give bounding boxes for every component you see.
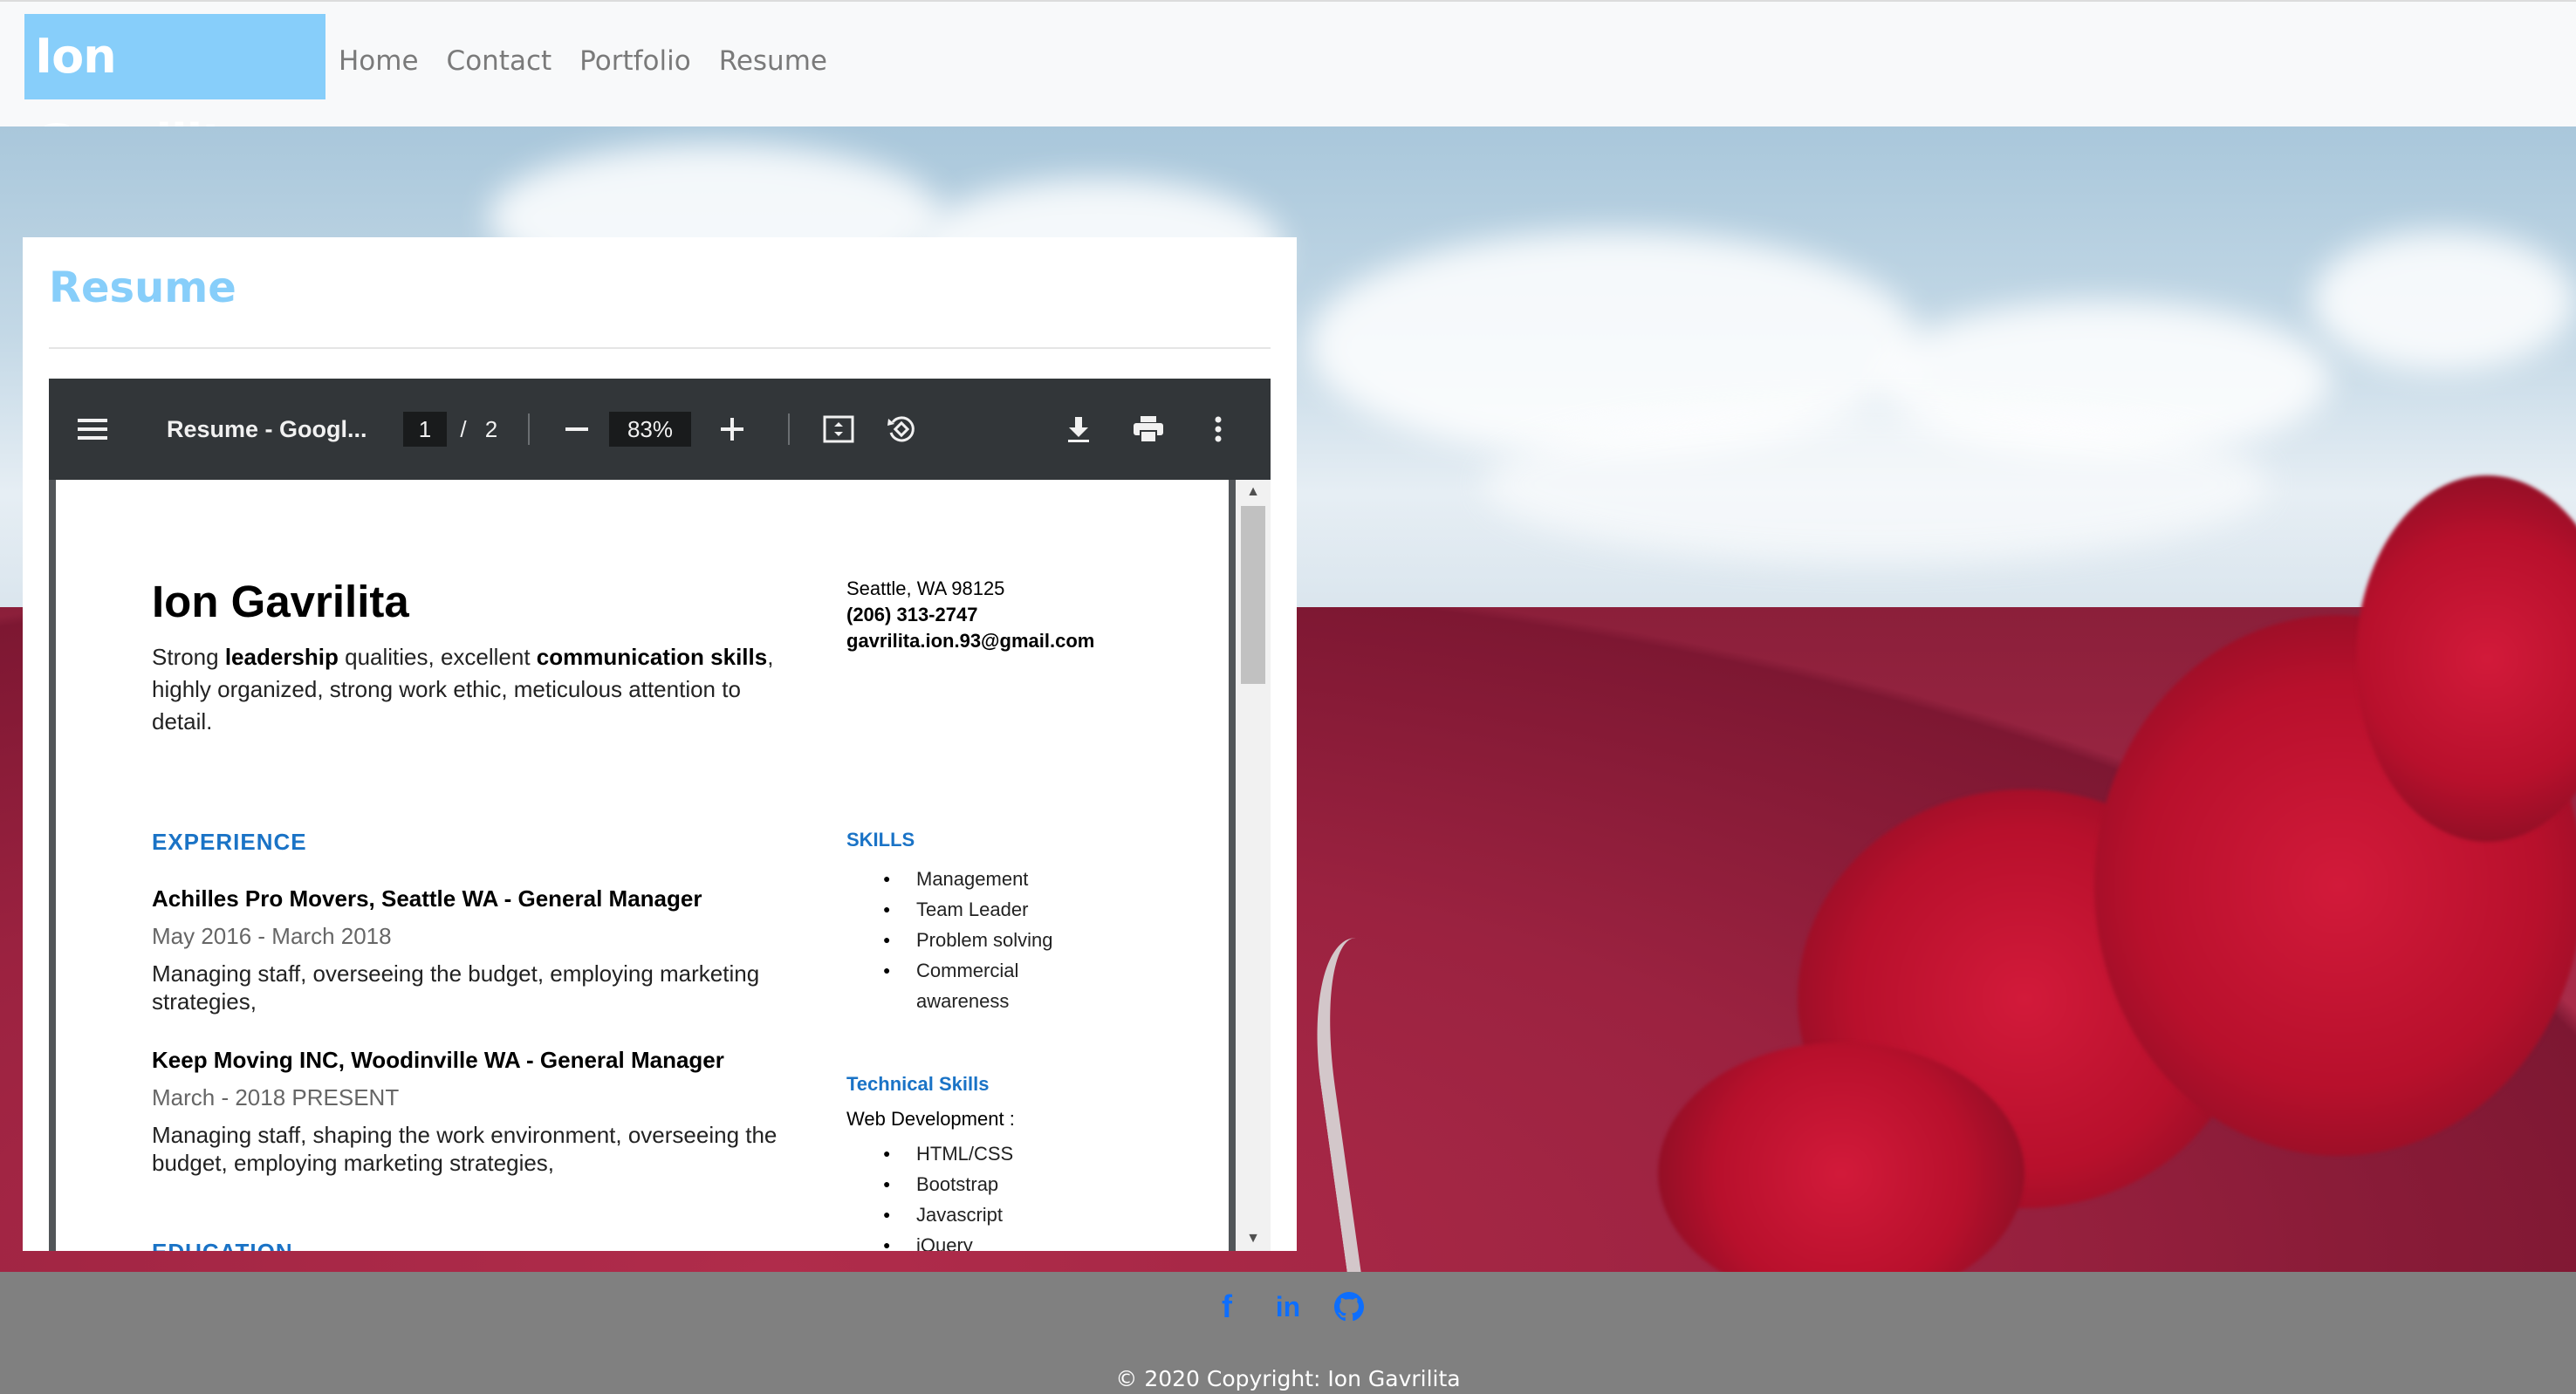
page-total: 2 xyxy=(484,415,498,442)
list-item: awareness xyxy=(916,990,1010,1012)
pdf-scrollbar[interactable]: ▲ ▼ xyxy=(1236,480,1271,1251)
scroll-down-arrow-icon[interactable]: ▼ xyxy=(1236,1227,1271,1251)
copyright-text: © 2020 Copyright: Ion Gavrilita xyxy=(1115,1366,1461,1391)
technical-skills-heading: Technical Skills xyxy=(846,1073,990,1095)
skills-list: Management Team Leader Problem solving C… xyxy=(883,864,1053,1016)
scrollbar-thumb[interactable] xyxy=(1241,506,1265,684)
job-description: Managing staff, shaping the work environ… xyxy=(152,1122,778,1176)
resume-summary: Strong leadership qualities, excellent c… xyxy=(152,644,774,735)
page-separator: / xyxy=(460,415,467,442)
education-heading: EDUCATION xyxy=(152,1239,293,1251)
tech-skills-list: HTML/CSS Bootstrap Javascript jQuery xyxy=(883,1138,1013,1251)
download-icon[interactable] xyxy=(1057,379,1100,480)
zoom-input[interactable]: 83% xyxy=(609,412,691,447)
resume-card: Resume Resume - Googl... 1 / 2 83% Ion G… xyxy=(23,237,1297,1251)
minus-icon[interactable] xyxy=(555,379,599,480)
rotate-icon[interactable] xyxy=(880,379,923,480)
more-vert-icon[interactable] xyxy=(1201,379,1236,480)
nav-link-home[interactable]: Home xyxy=(339,45,419,77)
linkedin-icon[interactable]: in xyxy=(1272,1289,1304,1324)
pdf-document-title: Resume - Googl... xyxy=(167,415,367,442)
list-item: Javascript xyxy=(883,1199,1013,1230)
nav-link-portfolio[interactable]: Portfolio xyxy=(579,45,691,77)
job-title: Keep Moving INC, Woodinville WA - Genera… xyxy=(152,1047,724,1073)
nav-link-resume[interactable]: Resume xyxy=(719,45,827,77)
hamburger-menu-icon[interactable] xyxy=(66,379,119,480)
fit-page-icon[interactable] xyxy=(817,379,860,480)
toolbar-separator xyxy=(788,413,790,445)
pdf-page: Ion Gavrilita Strong leadership qualitie… xyxy=(56,480,1229,1251)
github-icon[interactable] xyxy=(1333,1289,1365,1324)
contact-email: gavrilita.ion.93@gmail.com xyxy=(846,630,1095,652)
job-dates: March - 2018 PRESENT xyxy=(152,1084,400,1110)
plus-icon[interactable] xyxy=(710,379,754,480)
toolbar-separator xyxy=(528,413,530,445)
resume-name: Ion Gavrilita xyxy=(152,577,409,626)
skills-heading: SKILLS xyxy=(846,829,915,851)
list-item: jQuery xyxy=(883,1230,1013,1251)
list-item: Team Leader xyxy=(883,894,1053,925)
list-item: Problem solving xyxy=(883,925,1053,955)
job-title: Achilles Pro Movers, Seattle WA - Genera… xyxy=(152,885,702,912)
social-links: f in xyxy=(0,1288,2576,1324)
pdf-viewer[interactable]: Resume - Googl... 1 / 2 83% Ion Gavrilit… xyxy=(49,379,1271,1251)
resume-contact: Seattle, WA 98125 (206) 313-2747 gavrili… xyxy=(846,576,1094,654)
nav-links: Home Contact Portfolio Resume xyxy=(339,45,827,77)
divider xyxy=(49,347,1271,349)
print-icon[interactable] xyxy=(1127,379,1170,480)
brand-logo[interactable]: Ion Gavrilita xyxy=(24,14,325,169)
pdf-toolbar: Resume - Googl... 1 / 2 83% xyxy=(49,379,1271,480)
list-item: Management xyxy=(883,864,1053,894)
contact-address: Seattle, WA 98125 xyxy=(846,577,1005,599)
navbar: Ion Gavrilita Home Contact Portfolio Res… xyxy=(0,0,2576,169)
list-item: Bootstrap xyxy=(883,1169,1013,1199)
web-development-label: Web Development : xyxy=(846,1108,1015,1130)
list-item: HTML/CSS xyxy=(883,1138,1013,1169)
job-description: Managing staff, overseeing the budget, e… xyxy=(152,960,760,1015)
list-item: Commercial xyxy=(883,955,1053,986)
scroll-up-arrow-icon[interactable]: ▲ xyxy=(1236,480,1271,504)
page-title: Resume xyxy=(49,263,236,312)
job-dates: May 2016 - March 2018 xyxy=(152,923,392,949)
page-number-input[interactable]: 1 xyxy=(403,412,447,447)
facebook-icon[interactable]: f xyxy=(1211,1288,1243,1324)
contact-phone: (206) 313-2747 xyxy=(846,604,978,625)
nav-link-contact[interactable]: Contact xyxy=(447,45,552,77)
footer: f in © 2020 Copyright: Ion Gavrilita xyxy=(0,1272,2576,1394)
experience-heading: EXPERIENCE xyxy=(152,829,307,855)
